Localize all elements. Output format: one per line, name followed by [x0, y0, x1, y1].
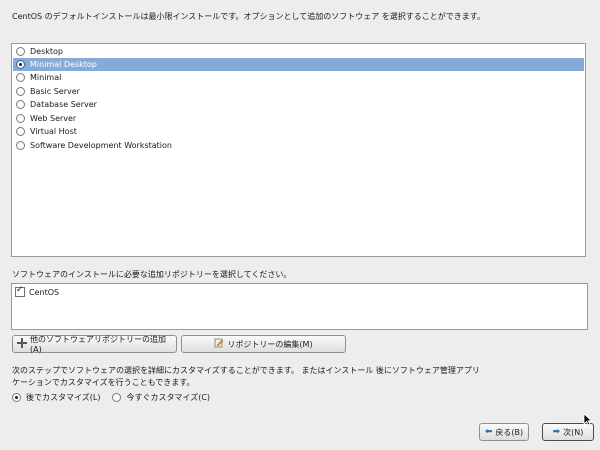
option-label: Desktop [30, 47, 63, 56]
intro-text: CentOS のデフォルトインストールは最小限インストールです。オプションとして… [12, 12, 486, 21]
option-label: Database Server [30, 100, 97, 109]
customize-description: 次のステップでソフトウェアの選択を詳細にカスタマイズすることができます。 または… [12, 366, 480, 387]
radio-button[interactable] [16, 127, 25, 136]
option-label: Minimal Desktop [30, 60, 97, 69]
option-label: Basic Server [30, 87, 80, 96]
arrow-right-icon: ➡ [552, 426, 561, 437]
option-label: Virtual Host [30, 127, 77, 136]
radio-button[interactable] [16, 141, 25, 150]
customize-now-option[interactable]: 今すぐカスタマイズ(C) [112, 392, 210, 403]
option-basic-server[interactable]: Basic Server [13, 85, 584, 98]
repo-checkbox[interactable] [15, 285, 25, 297]
option-database-server[interactable]: Database Server [13, 98, 584, 111]
radio-button[interactable] [112, 393, 122, 402]
radio-button[interactable] [16, 114, 25, 123]
customize-options: 後でカスタマイズ(L) 今すぐカスタマイズ(C) [12, 392, 222, 403]
edit-repository-label: リポジトリーの編集(M) [227, 339, 313, 349]
repo-item-centos[interactable]: CentOS [15, 285, 60, 297]
arrow-left-icon: ⬅ [484, 426, 493, 437]
next-label: 次(N) [563, 427, 584, 437]
add-icon [17, 337, 27, 351]
add-repository-label: 他のソフトウェアリポジトリーの追加(A) [30, 335, 166, 354]
back-label: 戻る(B) [495, 427, 524, 437]
mouse-cursor-icon [583, 413, 593, 426]
edit-repository-button[interactable]: リポジトリーの編集(M) [181, 335, 346, 353]
radio-button-selected[interactable] [12, 393, 21, 402]
radio-button[interactable] [16, 73, 25, 82]
option-software-development-workstation[interactable]: Software Development Workstation [13, 139, 584, 152]
option-label: Software Development Workstation [30, 141, 172, 150]
add-repository-button[interactable]: 他のソフトウェアリポジトリーの追加(A) [12, 335, 177, 354]
repo-prompt: ソフトウェアのインストールに必要な追加リポジトリーを選択してください。 [12, 270, 292, 279]
repo-label: CentOS [29, 287, 60, 297]
repository-list[interactable]: CentOS [11, 283, 588, 330]
back-button[interactable]: ⬅ 戻る(B) [479, 423, 529, 441]
radio-button-selected[interactable] [16, 60, 25, 69]
radio-button[interactable] [16, 47, 25, 56]
customize-now-label: 今すぐカスタマイズ(C) [126, 393, 211, 402]
customize-later-label: 後でカスタマイズ(L) [26, 393, 101, 402]
install-type-list[interactable]: Desktop Minimal Desktop Minimal Basic Se… [11, 43, 586, 257]
option-label: Minimal [30, 73, 62, 82]
option-web-server[interactable]: Web Server [13, 112, 584, 125]
option-virtual-host[interactable]: Virtual Host [13, 125, 584, 138]
edit-icon [214, 338, 224, 351]
radio-button[interactable] [16, 100, 25, 109]
option-label: Web Server [30, 114, 77, 123]
customize-later-option[interactable]: 後でカスタマイズ(L) [12, 392, 100, 403]
radio-button[interactable] [16, 87, 25, 96]
option-minimal[interactable]: Minimal [13, 71, 584, 84]
option-minimal-desktop[interactable]: Minimal Desktop [13, 58, 584, 71]
option-desktop[interactable]: Desktop [13, 45, 584, 58]
